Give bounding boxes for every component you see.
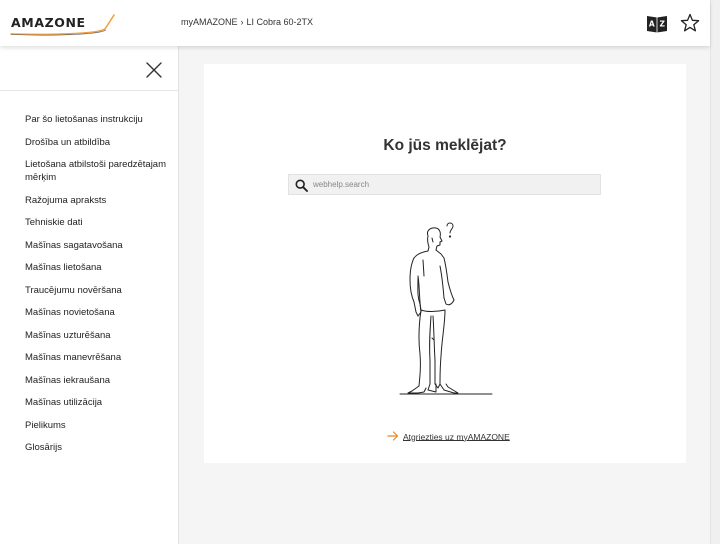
sidebar-item-manoeuvring[interactable]: Mašīnas manevrēšana (25, 351, 173, 364)
top-header: AMAZONE myAMAZONE › LI Cobra 60-2TX A Z (0, 0, 710, 46)
sidebar-item-preparation[interactable]: Mašīnas sagatavošana (25, 239, 173, 252)
amazone-logo[interactable]: AMAZONE (10, 12, 116, 36)
sidebar-item-troubleshooting[interactable]: Traucējumu novēršana (25, 284, 173, 297)
sidebar-item-loading[interactable]: Mašīnas iekraušana (25, 374, 173, 387)
breadcrumb: myAMAZONE › LI Cobra 60-2TX (181, 17, 313, 27)
sidebar-item-intended-use[interactable]: Lietošana atbilstoši paredzētajam mērķim (25, 158, 173, 184)
glossary-book-icon[interactable]: A Z (646, 12, 668, 34)
page-title: Ko jūs meklējat? (383, 137, 507, 154)
breadcrumb-separator: › (240, 17, 244, 27)
back-link-label: Atgriezties uz myAMAZONE (403, 432, 510, 442)
page-scrollbar[interactable] (710, 0, 720, 544)
sidebar-item-parking[interactable]: Mašīnas novietošana (25, 306, 173, 319)
breadcrumb-product[interactable]: LI Cobra 60-2TX (247, 17, 314, 27)
sidebar-divider (0, 90, 179, 91)
sidebar-item-about-manual[interactable]: Par šo lietošanas instrukciju (25, 113, 173, 126)
sidebar-item-safety[interactable]: Drošība un atbildība (25, 136, 173, 149)
thinking-person-illustration (396, 220, 494, 396)
sidebar-item-technical-data[interactable]: Tehniskie dati (25, 216, 173, 229)
svg-text:Z: Z (659, 20, 665, 29)
sidebar: Par šo lietošanas instrukciju Drošība un… (0, 46, 179, 544)
arrow-right-icon (387, 431, 399, 443)
sidebar-item-appendix[interactable]: Pielikums (25, 419, 173, 432)
sidebar-item-operation[interactable]: Mašīnas lietošana (25, 261, 173, 274)
sidebar-item-disposal[interactable]: Mašīnas utilizācija (25, 396, 173, 409)
sidebar-item-product-description[interactable]: Ražojuma apraksts (25, 194, 173, 207)
sidebar-item-maintenance[interactable]: Mašīnas uzturēšana (25, 329, 173, 342)
svg-text:A: A (649, 20, 655, 29)
close-icon[interactable] (145, 61, 163, 79)
back-to-myamazone-link[interactable]: Atgriezties uz myAMAZONE (387, 431, 510, 445)
search-input[interactable] (313, 177, 595, 192)
logo-swoosh-icon (10, 14, 115, 36)
sidebar-nav: Par šo lietošanas instrukciju Drošība un… (25, 113, 173, 464)
search-icon[interactable] (295, 179, 308, 192)
sidebar-item-glossary[interactable]: Glosārijs (25, 441, 173, 454)
search-box[interactable] (288, 174, 601, 195)
breadcrumb-myamazone[interactable]: myAMAZONE (181, 17, 238, 27)
search-panel: Ko jūs meklējat? webhelp.search Atgriezt… (204, 64, 686, 463)
star-icon[interactable] (679, 12, 701, 34)
